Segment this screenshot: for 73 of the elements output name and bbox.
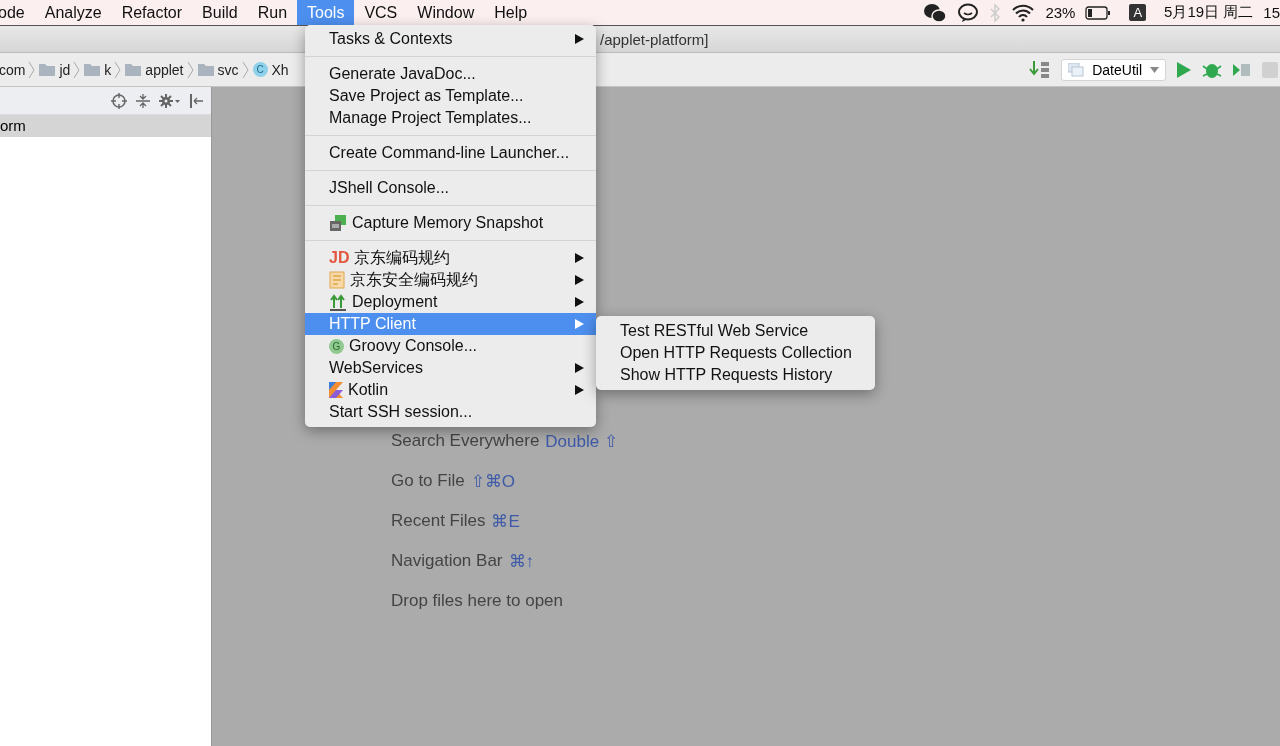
menu-bar-item[interactable]: VCS: [354, 0, 408, 25]
battery-percentage: 23%: [1045, 4, 1076, 21]
chevron-icon: [114, 60, 123, 79]
wifi-icon: [1011, 3, 1036, 22]
menu-item[interactable]: Start SSH session...: [305, 401, 596, 423]
folder-icon: [197, 63, 214, 76]
chevron-icon: [73, 60, 82, 79]
breadcrumb-item[interactable]: com: [0, 61, 26, 78]
window-title: /applet-platform]: [600, 30, 709, 48]
menu-bar-item[interactable]: Refactor: [111, 0, 193, 25]
menu-item[interactable]: Capture Memory Snapshot: [305, 212, 596, 234]
menu-item[interactable]: Tasks & Contexts: [305, 28, 596, 50]
caret-icon: [1150, 66, 1159, 73]
breadcrumb-item[interactable]: k: [84, 61, 112, 78]
menu-bar-item[interactable]: Window: [407, 0, 485, 25]
menu-bar-date: 5月19日 周二: [1164, 3, 1254, 22]
welcome-hint: Search Everywhere: [391, 431, 540, 452]
welcome-hint: Recent Files: [391, 511, 486, 532]
kotlin-icon: [329, 382, 343, 398]
chevron-icon: [186, 60, 195, 79]
keyboard-shortcut: ⇧⌘O: [470, 471, 515, 493]
welcome-hint: Navigation Bar: [391, 551, 503, 572]
menu-bar-item[interactable]: Build: [192, 0, 248, 25]
battery-icon: [1085, 5, 1112, 20]
run-configuration-dropdown[interactable]: DateUtil: [1061, 58, 1166, 81]
configuration-icon: [1068, 62, 1085, 77]
menu-item[interactable]: Test RESTful Web Service: [596, 320, 875, 342]
crosshair-icon: [111, 92, 127, 109]
keyboard-shortcut: ⌘E: [491, 511, 520, 533]
welcome-hint: Go to File: [391, 471, 465, 492]
menu-item[interactable]: Generate JavaDoc...: [305, 63, 596, 85]
input-source-indicator[interactable]: A: [1129, 4, 1147, 21]
folder-icon: [84, 63, 101, 76]
collapse-icon: [135, 92, 151, 109]
menu-item[interactable]: Kotlin: [305, 379, 596, 401]
groovy-icon: G: [329, 338, 344, 354]
menu-item[interactable]: 京东安全编码规约: [305, 269, 596, 291]
menu-item[interactable]: JShell Console...: [305, 177, 596, 199]
menu-item[interactable]: Open HTTP Requests Collection: [596, 342, 875, 364]
upload-arrows-icon: [329, 293, 347, 311]
bluetooth-icon: [989, 2, 1002, 23]
class-icon: C: [252, 62, 268, 77]
chevron-icon: [241, 60, 250, 79]
breadcrumb-item[interactable]: svc: [197, 61, 239, 78]
smiley-bubble-icon: [957, 2, 980, 23]
sort-binary-icon: [1029, 59, 1052, 80]
welcome-hint: Drop files here to open: [391, 591, 563, 612]
chevron-icon: [28, 60, 37, 79]
document-icon: [329, 271, 345, 289]
pin-left-icon: [189, 92, 203, 109]
camera-chip-icon: [329, 214, 347, 232]
menu-bar-item[interactable]: Run: [247, 0, 298, 25]
keyboard-shortcut: ⌘↑: [508, 551, 534, 573]
menu-item[interactable]: Create Command-line Launcher...: [305, 142, 596, 164]
menu-bar-item[interactable]: Analyze: [34, 0, 112, 25]
folder-icon: [125, 63, 142, 76]
menu-item[interactable]: Manage Project Templates...: [305, 107, 596, 129]
menu-item[interactable]: JD 京东编码规约: [305, 247, 596, 269]
logo-icon: JD: [329, 249, 350, 267]
breadcrumb-item[interactable]: applet: [125, 61, 184, 78]
breadcrumb-item[interactable]: jd: [39, 61, 71, 78]
folder-icon: [39, 63, 56, 76]
project-tree-item[interactable]: orm: [0, 115, 211, 137]
menu-item[interactable]: WebServices: [305, 357, 596, 379]
menu-item[interactable]: G Groovy Console...: [305, 335, 596, 357]
breadcrumb-item[interactable]: C Xh: [252, 61, 289, 78]
menu-bar-item[interactable]: Help: [484, 0, 538, 25]
menu-item[interactable]: Show HTTP Requests History: [596, 364, 875, 386]
run-icon: [1176, 60, 1192, 79]
keyboard-shortcut: Double ⇧: [545, 431, 618, 453]
gear-icon: [159, 92, 181, 109]
menu-bar-time: 15: [1263, 4, 1280, 21]
menu-item[interactable]: Save Project as Template...: [305, 85, 596, 107]
